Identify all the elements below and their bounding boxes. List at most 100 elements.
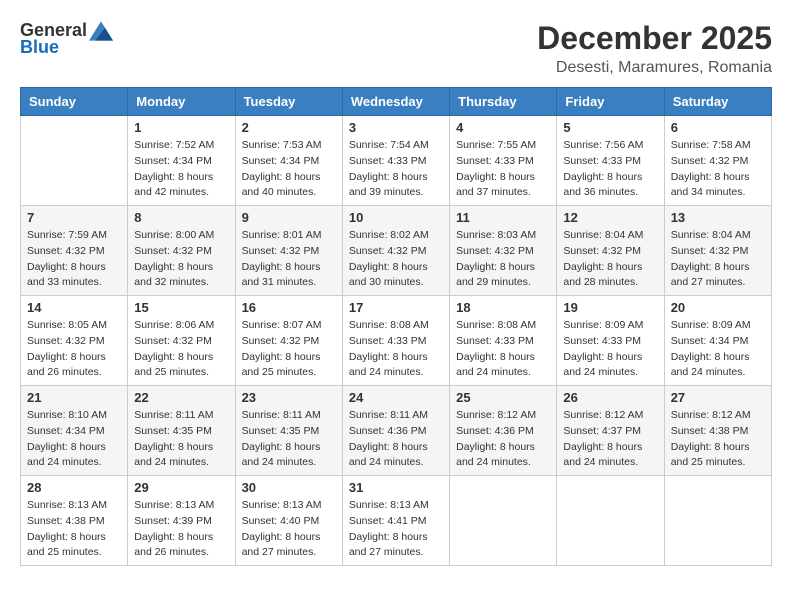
calendar-cell: 3 Sunrise: 7:54 AMSunset: 4:33 PMDaylight… xyxy=(342,116,449,206)
day-number: 22 xyxy=(134,390,228,405)
day-number: 28 xyxy=(27,480,121,495)
day-number: 20 xyxy=(671,300,765,315)
calendar-table: SundayMondayTuesdayWednesdayThursdayFrid… xyxy=(20,87,772,566)
calendar-cell xyxy=(21,116,128,206)
day-number: 29 xyxy=(134,480,228,495)
day-info: Sunrise: 8:12 AMSunset: 4:38 PMDaylight:… xyxy=(671,408,765,471)
calendar-week-3: 21 Sunrise: 8:10 AMSunset: 4:34 PMDayligh… xyxy=(21,386,772,476)
col-header-thursday: Thursday xyxy=(450,88,557,116)
col-header-saturday: Saturday xyxy=(664,88,771,116)
day-number: 1 xyxy=(134,120,228,135)
day-number: 13 xyxy=(671,210,765,225)
calendar-cell: 25 Sunrise: 8:12 AMSunset: 4:36 PMDayligh… xyxy=(450,386,557,476)
calendar-cell: 14 Sunrise: 8:05 AMSunset: 4:32 PMDayligh… xyxy=(21,296,128,386)
day-number: 18 xyxy=(456,300,550,315)
title-area: December 2025 Desesti, Maramures, Romani… xyxy=(537,20,772,77)
calendar-cell: 16 Sunrise: 8:07 AMSunset: 4:32 PMDayligh… xyxy=(235,296,342,386)
page-subtitle: Desesti, Maramures, Romania xyxy=(537,59,772,77)
day-info: Sunrise: 8:08 AMSunset: 4:33 PMDaylight:… xyxy=(456,318,550,381)
day-number: 14 xyxy=(27,300,121,315)
day-info: Sunrise: 8:00 AMSunset: 4:32 PMDaylight:… xyxy=(134,228,228,291)
day-info: Sunrise: 8:04 AMSunset: 4:32 PMDaylight:… xyxy=(671,228,765,291)
day-info: Sunrise: 7:54 AMSunset: 4:33 PMDaylight:… xyxy=(349,138,443,201)
calendar-cell: 8 Sunrise: 8:00 AMSunset: 4:32 PMDaylight… xyxy=(128,206,235,296)
day-info: Sunrise: 8:08 AMSunset: 4:33 PMDaylight:… xyxy=(349,318,443,381)
day-info: Sunrise: 8:13 AMSunset: 4:39 PMDaylight:… xyxy=(134,498,228,561)
day-info: Sunrise: 8:12 AMSunset: 4:36 PMDaylight:… xyxy=(456,408,550,471)
day-number: 7 xyxy=(27,210,121,225)
day-number: 8 xyxy=(134,210,228,225)
calendar-cell: 7 Sunrise: 7:59 AMSunset: 4:32 PMDaylight… xyxy=(21,206,128,296)
day-info: Sunrise: 8:03 AMSunset: 4:32 PMDaylight:… xyxy=(456,228,550,291)
calendar-header-row: SundayMondayTuesdayWednesdayThursdayFrid… xyxy=(21,88,772,116)
day-number: 17 xyxy=(349,300,443,315)
day-info: Sunrise: 8:12 AMSunset: 4:37 PMDaylight:… xyxy=(563,408,657,471)
day-number: 21 xyxy=(27,390,121,405)
day-number: 27 xyxy=(671,390,765,405)
day-number: 10 xyxy=(349,210,443,225)
day-number: 6 xyxy=(671,120,765,135)
day-number: 3 xyxy=(349,120,443,135)
calendar-cell xyxy=(664,476,771,566)
day-number: 11 xyxy=(456,210,550,225)
day-info: Sunrise: 7:52 AMSunset: 4:34 PMDaylight:… xyxy=(134,138,228,201)
calendar-cell: 15Sunrise: 8:06 AMSunset: 4:32 PMDayligh… xyxy=(128,296,235,386)
calendar-cell: 27 Sunrise: 8:12 AMSunset: 4:38 PMDayligh… xyxy=(664,386,771,476)
calendar-cell: 20 Sunrise: 8:09 AMSunset: 4:34 PMDayligh… xyxy=(664,296,771,386)
calendar-cell: 18 Sunrise: 8:08 AMSunset: 4:33 PMDayligh… xyxy=(450,296,557,386)
logo-blue: Blue xyxy=(20,37,59,58)
calendar-cell: 2 Sunrise: 7:53 AMSunset: 4:34 PMDaylight… xyxy=(235,116,342,206)
day-info: Sunrise: 8:05 AMSunset: 4:32 PMDaylight:… xyxy=(27,318,121,381)
calendar-week-2: 14 Sunrise: 8:05 AMSunset: 4:32 PMDayligh… xyxy=(21,296,772,386)
col-header-friday: Friday xyxy=(557,88,664,116)
calendar-cell: 4Sunrise: 7:55 AMSunset: 4:33 PMDaylight… xyxy=(450,116,557,206)
day-number: 5 xyxy=(563,120,657,135)
logo: General Blue xyxy=(20,20,113,58)
day-info: Sunrise: 7:59 AMSunset: 4:32 PMDaylight:… xyxy=(27,228,121,291)
day-number: 16 xyxy=(242,300,336,315)
calendar-cell: 22 Sunrise: 8:11 AMSunset: 4:35 PMDayligh… xyxy=(128,386,235,476)
day-info: Sunrise: 8:02 AMSunset: 4:32 PMDaylight:… xyxy=(349,228,443,291)
page-title: December 2025 xyxy=(537,20,772,57)
day-number: 31 xyxy=(349,480,443,495)
calendar-cell: 28 Sunrise: 8:13 AMSunset: 4:38 PMDayligh… xyxy=(21,476,128,566)
day-info: Sunrise: 8:09 AMSunset: 4:34 PMDaylight:… xyxy=(671,318,765,381)
day-info: Sunrise: 8:13 AMSunset: 4:40 PMDaylight:… xyxy=(242,498,336,561)
calendar-cell: 5 Sunrise: 7:56 AMSunset: 4:33 PMDaylight… xyxy=(557,116,664,206)
day-number: 19 xyxy=(563,300,657,315)
calendar-cell: 10 Sunrise: 8:02 AMSunset: 4:32 PMDayligh… xyxy=(342,206,449,296)
calendar-week-4: 28 Sunrise: 8:13 AMSunset: 4:38 PMDayligh… xyxy=(21,476,772,566)
calendar-cell: 1 Sunrise: 7:52 AMSunset: 4:34 PMDaylight… xyxy=(128,116,235,206)
day-info: Sunrise: 7:58 AMSunset: 4:32 PMDaylight:… xyxy=(671,138,765,201)
day-info: Sunrise: 8:13 AMSunset: 4:41 PMDaylight:… xyxy=(349,498,443,561)
day-number: 2 xyxy=(242,120,336,135)
day-number: 12 xyxy=(563,210,657,225)
day-info: Sunrise: 8:13 AMSunset: 4:38 PMDaylight:… xyxy=(27,498,121,561)
calendar-cell: 21 Sunrise: 8:10 AMSunset: 4:34 PMDayligh… xyxy=(21,386,128,476)
day-number: 30 xyxy=(242,480,336,495)
col-header-monday: Monday xyxy=(128,88,235,116)
calendar-cell: 23 Sunrise: 8:11 AMSunset: 4:35 PMDayligh… xyxy=(235,386,342,476)
day-number: 25 xyxy=(456,390,550,405)
day-info: Sunrise: 8:07 AMSunset: 4:32 PMDaylight:… xyxy=(242,318,336,381)
calendar-cell: 13 Sunrise: 8:04 AMSunset: 4:32 PMDayligh… xyxy=(664,206,771,296)
day-info: Sunrise: 8:10 AMSunset: 4:34 PMDaylight:… xyxy=(27,408,121,471)
calendar-cell: 29 Sunrise: 8:13 AMSunset: 4:39 PMDayligh… xyxy=(128,476,235,566)
calendar-cell: 11 Sunrise: 8:03 AMSunset: 4:32 PMDayligh… xyxy=(450,206,557,296)
day-info: Sunrise: 8:11 AMSunset: 4:35 PMDaylight:… xyxy=(242,408,336,471)
day-number: 4 xyxy=(456,120,550,135)
calendar-cell: 17 Sunrise: 8:08 AMSunset: 4:33 PMDayligh… xyxy=(342,296,449,386)
day-info: Sunrise: 7:56 AMSunset: 4:33 PMDaylight:… xyxy=(563,138,657,201)
day-number: 26 xyxy=(563,390,657,405)
col-header-tuesday: Tuesday xyxy=(235,88,342,116)
day-info: Sunrise: 8:11 AMSunset: 4:35 PMDaylight:… xyxy=(134,408,228,471)
col-header-wednesday: Wednesday xyxy=(342,88,449,116)
col-header-sunday: Sunday xyxy=(21,88,128,116)
calendar-cell: 30 Sunrise: 8:13 AMSunset: 4:40 PMDayligh… xyxy=(235,476,342,566)
day-info: Sunrise: 7:53 AMSunset: 4:34 PMDaylight:… xyxy=(242,138,336,201)
calendar-cell: 19Sunrise: 8:09 AMSunset: 4:33 PMDayligh… xyxy=(557,296,664,386)
header: General Blue December 2025 Desesti, Mara… xyxy=(20,20,772,77)
calendar-cell: 24Sunrise: 8:11 AMSunset: 4:36 PMDayligh… xyxy=(342,386,449,476)
day-number: 23 xyxy=(242,390,336,405)
calendar-week-1: 7 Sunrise: 7:59 AMSunset: 4:32 PMDaylight… xyxy=(21,206,772,296)
